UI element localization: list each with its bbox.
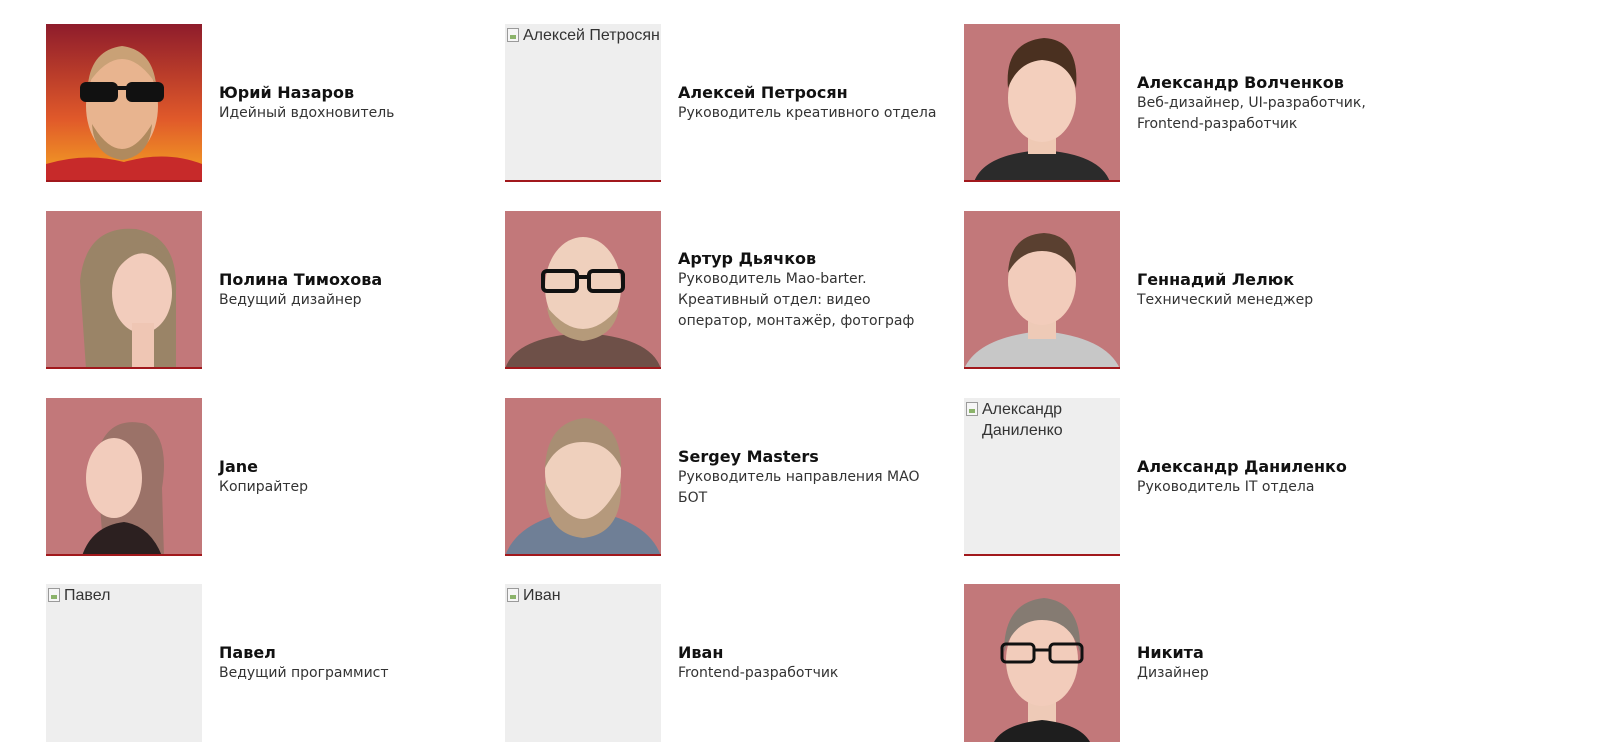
- team-card: Артур Дьячков Руководитель Mao-barter. К…: [505, 211, 945, 369]
- broken-image-avatar: Александр Даниленко: [964, 398, 1120, 556]
- avatar: [964, 584, 1120, 742]
- team-card: Павел Павел Ведущий программист: [46, 584, 486, 742]
- image-alt-text: Алексей Петросян: [523, 27, 660, 44]
- team-card: Sergey Masters Руководитель направления …: [505, 398, 945, 556]
- team-card: Александр Волченков Веб-дизайнер, UI-раз…: [964, 24, 1404, 182]
- member-name: Геннадий Лелюк: [1137, 270, 1295, 289]
- member-name: Юрий Назаров: [219, 83, 355, 102]
- member-name: Павел: [219, 643, 276, 662]
- member-name: Алексей Петросян: [678, 83, 848, 102]
- team-card: Jane Копирайтер: [46, 398, 486, 556]
- team-card: Никита Дизайнер: [964, 584, 1404, 742]
- member-role: Копирайтер: [219, 479, 308, 495]
- member-role: Frontend-разработчик: [678, 665, 839, 681]
- avatar: [46, 24, 202, 182]
- member-name: Артур Дьячков: [678, 249, 817, 268]
- member-role: Руководитель Mao-barter. Креативный отде…: [678, 271, 915, 329]
- team-card: Юрий Назаров Идейный вдохновитель: [46, 24, 486, 182]
- avatar: [46, 211, 202, 369]
- member-role: Руководитель IT отдела: [1137, 479, 1315, 495]
- avatar: [964, 211, 1120, 369]
- avatar: [964, 24, 1120, 182]
- image-alt-text: Александр Даниленко: [982, 401, 1063, 439]
- member-role: Дизайнер: [1137, 665, 1209, 681]
- member-name: Александр Волченков: [1137, 72, 1344, 92]
- member-name: Никита: [1137, 643, 1204, 662]
- broken-image-avatar: Иван: [505, 584, 661, 742]
- member-name: Jane: [219, 457, 258, 476]
- avatar: [505, 398, 661, 556]
- member-role: Идейный вдохновитель: [219, 105, 395, 121]
- avatar: [46, 398, 202, 556]
- member-name: Александр Даниленко: [1137, 457, 1347, 476]
- member-name: Полина Тимохова: [219, 270, 383, 289]
- team-card: Геннадий Лелюк Технический менеджер: [964, 211, 1404, 369]
- image-alt-text: Павел: [64, 587, 111, 604]
- member-name: Sergey Masters: [678, 446, 819, 466]
- member-role: Руководитель направления MAO БОТ: [678, 468, 920, 506]
- member-role: Ведущий программист: [219, 665, 389, 681]
- team-card: Полина Тимохова Ведущий дизайнер: [46, 211, 486, 369]
- broken-image-avatar: Павел: [46, 584, 202, 742]
- member-role: Руководитель креативного отдела: [678, 105, 937, 121]
- member-role: Технический менеджер: [1137, 292, 1314, 308]
- broken-image-avatar: Алексей Петросян: [505, 24, 661, 182]
- member-name: Иван: [678, 643, 724, 662]
- image-alt-text: Иван: [523, 587, 561, 604]
- team-card: Алексей Петросян Алексей Петросян Руково…: [505, 24, 945, 182]
- team-card: Иван Иван Frontend-разработчик: [505, 584, 945, 742]
- avatar: [505, 211, 661, 369]
- team-card: Александр Даниленко Александр Даниленко …: [964, 398, 1404, 556]
- member-role: Ведущий дизайнер: [219, 292, 362, 308]
- member-role: Веб-дизайнер, UI-разработчик, Frontend-р…: [1137, 94, 1366, 132]
